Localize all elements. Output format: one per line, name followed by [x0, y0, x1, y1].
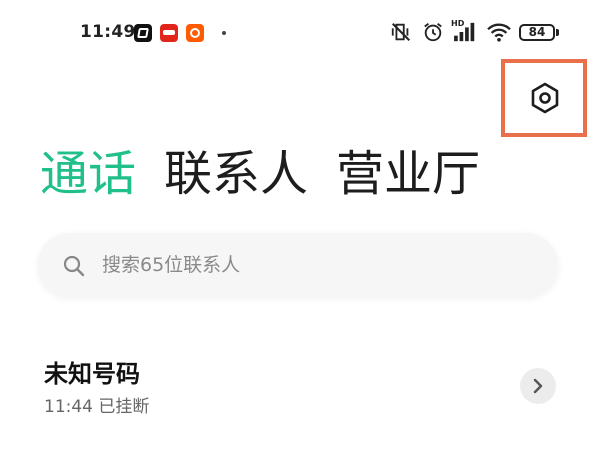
call-time: 11:44: [44, 397, 93, 417]
status-bar: 11:49 HD 84: [0, 0, 600, 62]
mute-vibrate-icon: [391, 23, 410, 41]
caller-name: 未知号码: [44, 360, 140, 388]
search-input[interactable]: 搜索65位联系人: [38, 233, 558, 297]
call-status: 已挂断: [98, 397, 150, 417]
search-icon: [63, 255, 85, 277]
more-notifications-icon: [222, 31, 226, 35]
battery-cap: [556, 29, 559, 36]
chevron-right-icon: [533, 378, 543, 394]
taobao-icon: [186, 24, 204, 42]
call-detail-button[interactable]: [520, 368, 556, 404]
jd-icon: [160, 24, 178, 42]
capcut-icon: [134, 24, 152, 42]
search-placeholder: 搜索65位联系人: [102, 254, 241, 276]
wifi-icon: [487, 23, 511, 42]
battery-level: 84: [528, 25, 546, 39]
battery-icon: 84: [519, 24, 555, 41]
tab-contacts[interactable]: 联系人: [164, 142, 308, 206]
tab-calls[interactable]: 通话: [40, 142, 136, 206]
call-detail: 11:44 已挂断: [44, 392, 149, 417]
call-list-item[interactable]: 未知号码 11:44 已挂断: [0, 340, 600, 430]
alarm-icon: [424, 23, 442, 42]
settings-hexagon-icon: [531, 82, 559, 114]
signal-icon: [454, 22, 475, 42]
status-time: 11:49: [80, 22, 136, 42]
tab-business-hall[interactable]: 营业厅: [336, 142, 480, 206]
settings-button[interactable]: [501, 59, 587, 137]
